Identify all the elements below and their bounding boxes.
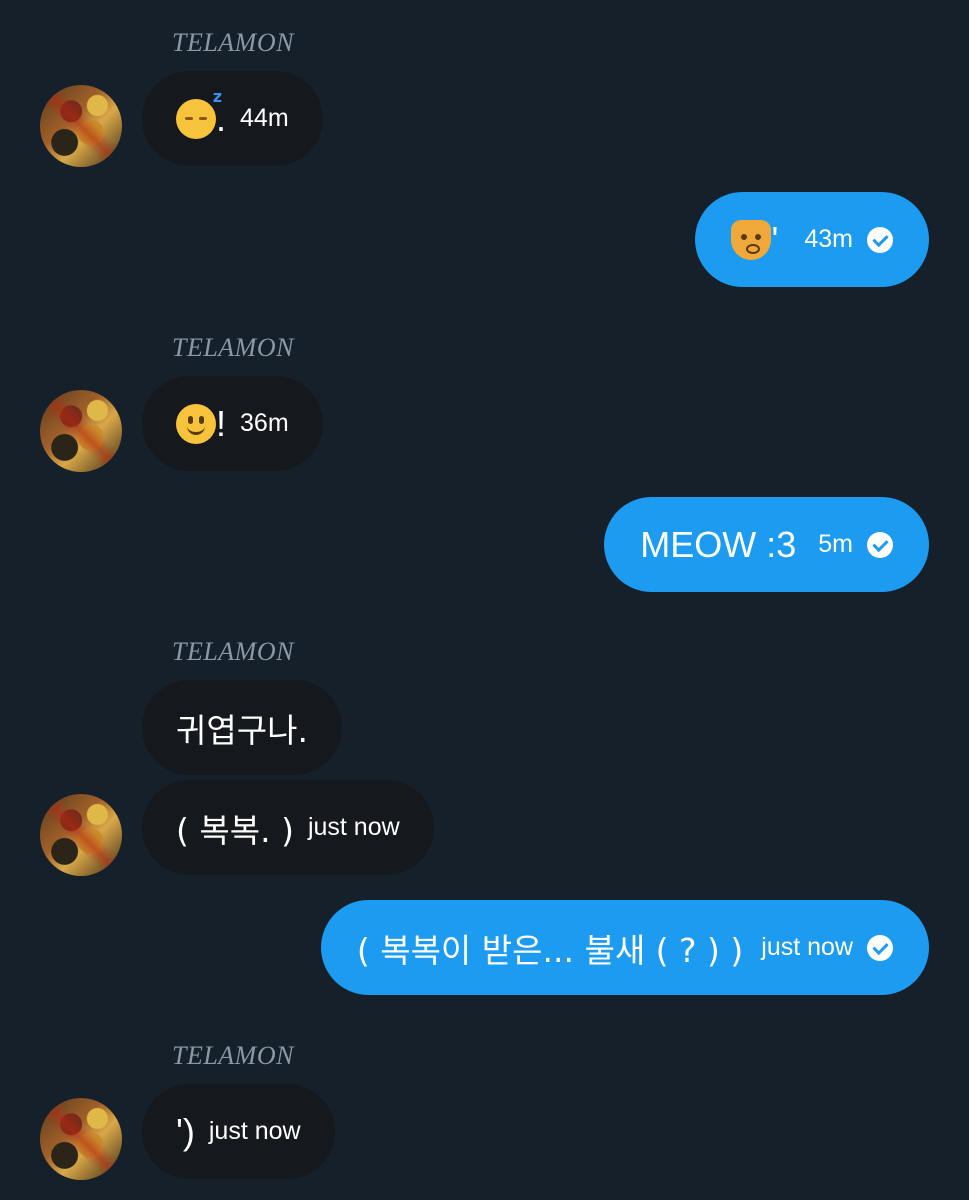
sender-name: TELAMON <box>172 333 294 362</box>
message-text: MEOW :3 <box>640 523 797 565</box>
message-bubble-incoming[interactable]: . 44m <box>142 71 323 166</box>
message-time: just now <box>761 933 853 961</box>
sender-name: TELAMON <box>172 28 294 57</box>
message-bubble-incoming[interactable]: 귀엽구나. <box>142 680 342 775</box>
seen-check-icon <box>867 226 893 253</box>
avatar[interactable] <box>40 390 122 472</box>
message-text: ' <box>771 218 779 260</box>
sleeping-face-icon <box>176 87 222 139</box>
message-text: 귀엽구나. <box>176 710 308 750</box>
sender-name: TELAMON <box>172 637 294 666</box>
message-time: 44m <box>240 104 289 132</box>
avatar[interactable] <box>40 1098 122 1180</box>
message-bubble-outgoing[interactable]: ( 복복이 받은... 불새 ( ? ) ) just now <box>320 900 929 995</box>
message-time: just now <box>208 1117 301 1145</box>
message-bubble-incoming[interactable]: ') just now <box>142 1084 335 1179</box>
seen-check-icon <box>867 531 893 558</box>
message-bubble-incoming[interactable]: ( 복복. ) just now <box>142 780 434 875</box>
avatar[interactable] <box>40 794 122 876</box>
message-bubble-outgoing[interactable]: MEOW :3 5m <box>604 497 929 592</box>
avatar[interactable] <box>40 85 122 167</box>
message-time: 43m <box>804 225 853 253</box>
seen-check-icon <box>867 934 893 961</box>
message-text: ! <box>216 402 227 444</box>
message-bubble-incoming[interactable]: ! 36m <box>142 376 323 471</box>
sender-name: TELAMON <box>172 1041 294 1070</box>
message-time: just now <box>307 813 400 841</box>
message-time: 36m <box>240 409 289 437</box>
message-bubble-outgoing[interactable]: ' 43m <box>695 192 929 287</box>
message-text: ( 복복이 받은... 불새 ( ? ) ) <box>356 930 744 970</box>
cat-face-icon <box>731 219 772 260</box>
message-text: ( 복복. ) <box>176 810 294 850</box>
message-time: 5m <box>818 530 853 558</box>
message-text: ') <box>176 1110 195 1152</box>
smiling-face-icon <box>176 403 216 444</box>
